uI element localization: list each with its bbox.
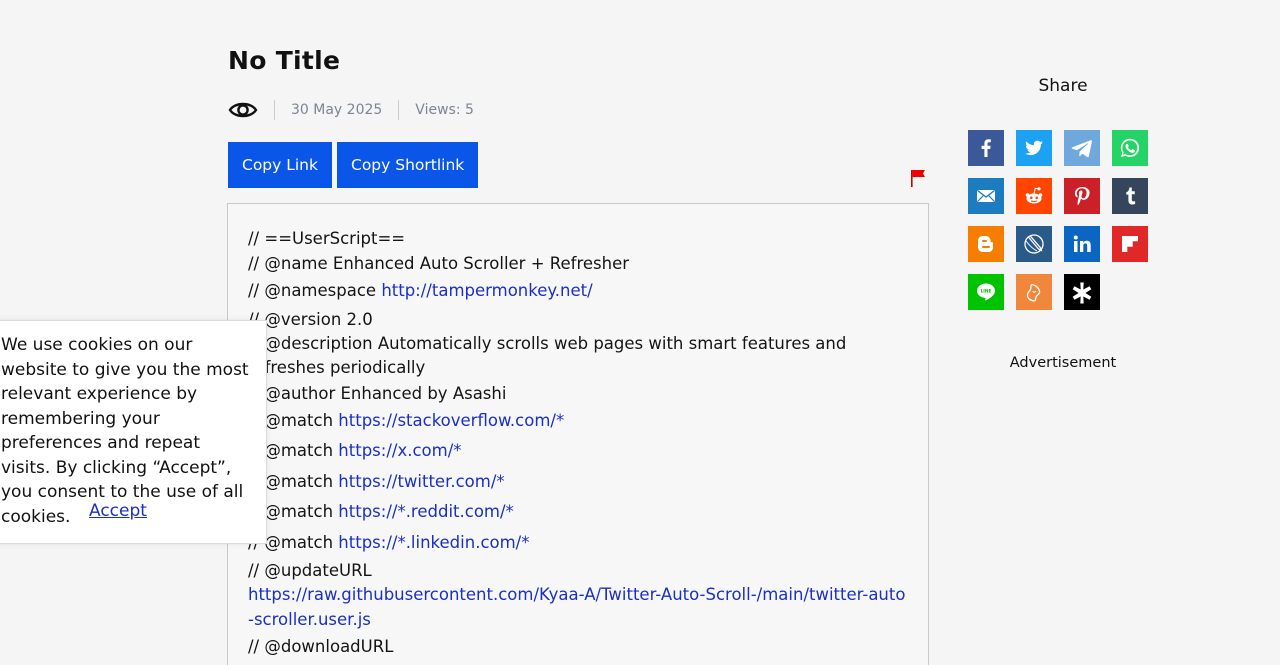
svg-text:LINE: LINE bbox=[981, 289, 992, 295]
flipboard-icon bbox=[1122, 236, 1138, 252]
code-line: // @match https://twitter.com/* bbox=[248, 467, 908, 498]
line-share-button[interactable]: LINE bbox=[968, 274, 1004, 310]
copy-shortlink-button[interactable]: Copy Shortlink bbox=[337, 142, 479, 188]
code-line: // @namespace http://tampermonkey.net/ bbox=[248, 276, 908, 307]
twitter-share-button[interactable] bbox=[1016, 130, 1052, 166]
post-date: 30 May 2025 bbox=[291, 102, 383, 118]
copy-buttons: Copy Link Copy Shortlink bbox=[228, 142, 479, 188]
code-link[interactable]: http://tampermonkey.net/ bbox=[381, 281, 592, 300]
code-line: // @match https://*.reddit.com/* bbox=[248, 497, 908, 528]
code-link[interactable]: https://raw.githubusercontent.com/Kyaa-A… bbox=[248, 583, 908, 632]
code-line: // @version 2.0 bbox=[248, 309, 373, 329]
copy-link-button[interactable]: Copy Link bbox=[228, 142, 332, 188]
code-link[interactable]: https://*.linkedin.com/* bbox=[338, 533, 529, 552]
linkedin-share-button[interactable] bbox=[1064, 226, 1100, 262]
blogger-icon bbox=[978, 236, 994, 252]
email-share-button[interactable] bbox=[968, 178, 1004, 214]
code-line: // @match https://*.linkedin.com/* bbox=[248, 528, 908, 559]
hatena-share-button[interactable] bbox=[1016, 274, 1052, 310]
post-views: Views: 5 bbox=[415, 102, 474, 118]
eye-icon bbox=[228, 96, 258, 124]
hatena-icon bbox=[1026, 283, 1041, 302]
cookie-accept-link[interactable]: Accept bbox=[89, 499, 147, 524]
facebook-icon bbox=[981, 139, 991, 157]
code-link[interactable]: https://*.reddit.com/* bbox=[338, 502, 514, 521]
code-line: // @updateURL bbox=[248, 561, 372, 580]
code-text: // @namespace bbox=[248, 281, 382, 300]
tumblr-share-button[interactable] bbox=[1112, 178, 1148, 214]
tumblr-icon bbox=[1126, 187, 1136, 205]
facebook-share-button[interactable] bbox=[968, 130, 1004, 166]
line-icon: LINE bbox=[977, 283, 995, 301]
code-line: // @match https://stackoverflow.com/* bbox=[248, 406, 908, 437]
pinterest-icon bbox=[1074, 187, 1090, 206]
livejournal-share-button[interactable] bbox=[1016, 226, 1052, 262]
code-line: // @name Enhanced Auto Scroller + Refres… bbox=[248, 254, 630, 273]
linkedin-icon bbox=[1073, 235, 1091, 252]
asterisk-icon bbox=[1072, 282, 1092, 304]
code-link[interactable]: https://x.com/* bbox=[338, 441, 461, 460]
whatsapp-share-button[interactable] bbox=[1112, 130, 1148, 166]
flipboard-share-button[interactable] bbox=[1112, 226, 1148, 262]
whatsapp-icon bbox=[1120, 138, 1140, 157]
code-line: // @match https://x.com/* bbox=[248, 436, 908, 467]
page-title: No Title bbox=[228, 46, 341, 75]
share-buttons: LINE bbox=[968, 130, 1148, 310]
meta-separator bbox=[274, 100, 275, 120]
cookie-banner: We use cookies on our website to give yo… bbox=[0, 320, 267, 544]
pinterest-share-button[interactable] bbox=[1064, 178, 1100, 214]
code-block: // ==UserScript== // @name Enhanced Auto… bbox=[227, 203, 929, 665]
code-line: // @downloadURL bbox=[248, 637, 394, 656]
advertisement-label: Advertisement bbox=[1009, 355, 1117, 371]
blogger-share-button[interactable] bbox=[968, 226, 1004, 262]
code-line: // @description Automatically scrolls we… bbox=[248, 333, 847, 378]
twitter-icon bbox=[1025, 140, 1043, 156]
reddit-icon bbox=[1025, 187, 1043, 204]
code-line: // @author Enhanced by Asashi bbox=[248, 383, 507, 403]
reddit-share-button[interactable] bbox=[1016, 178, 1052, 214]
telegram-share-button[interactable] bbox=[1064, 130, 1100, 166]
share-title: Share bbox=[1038, 76, 1088, 96]
email-icon bbox=[977, 189, 995, 202]
code-link[interactable]: https://stackoverflow.com/* bbox=[338, 411, 564, 430]
meta-separator bbox=[398, 100, 400, 120]
code-link[interactable]: https://twitter.com/* bbox=[338, 472, 504, 491]
asterisk-share-button[interactable] bbox=[1064, 274, 1100, 310]
report-flag-icon[interactable] bbox=[910, 168, 926, 188]
livejournal-icon bbox=[1024, 234, 1044, 254]
code-line: // ==UserScript== bbox=[248, 229, 406, 248]
telegram-icon bbox=[1071, 140, 1092, 158]
post-meta: 30 May 2025 Views: 5 bbox=[228, 96, 474, 124]
